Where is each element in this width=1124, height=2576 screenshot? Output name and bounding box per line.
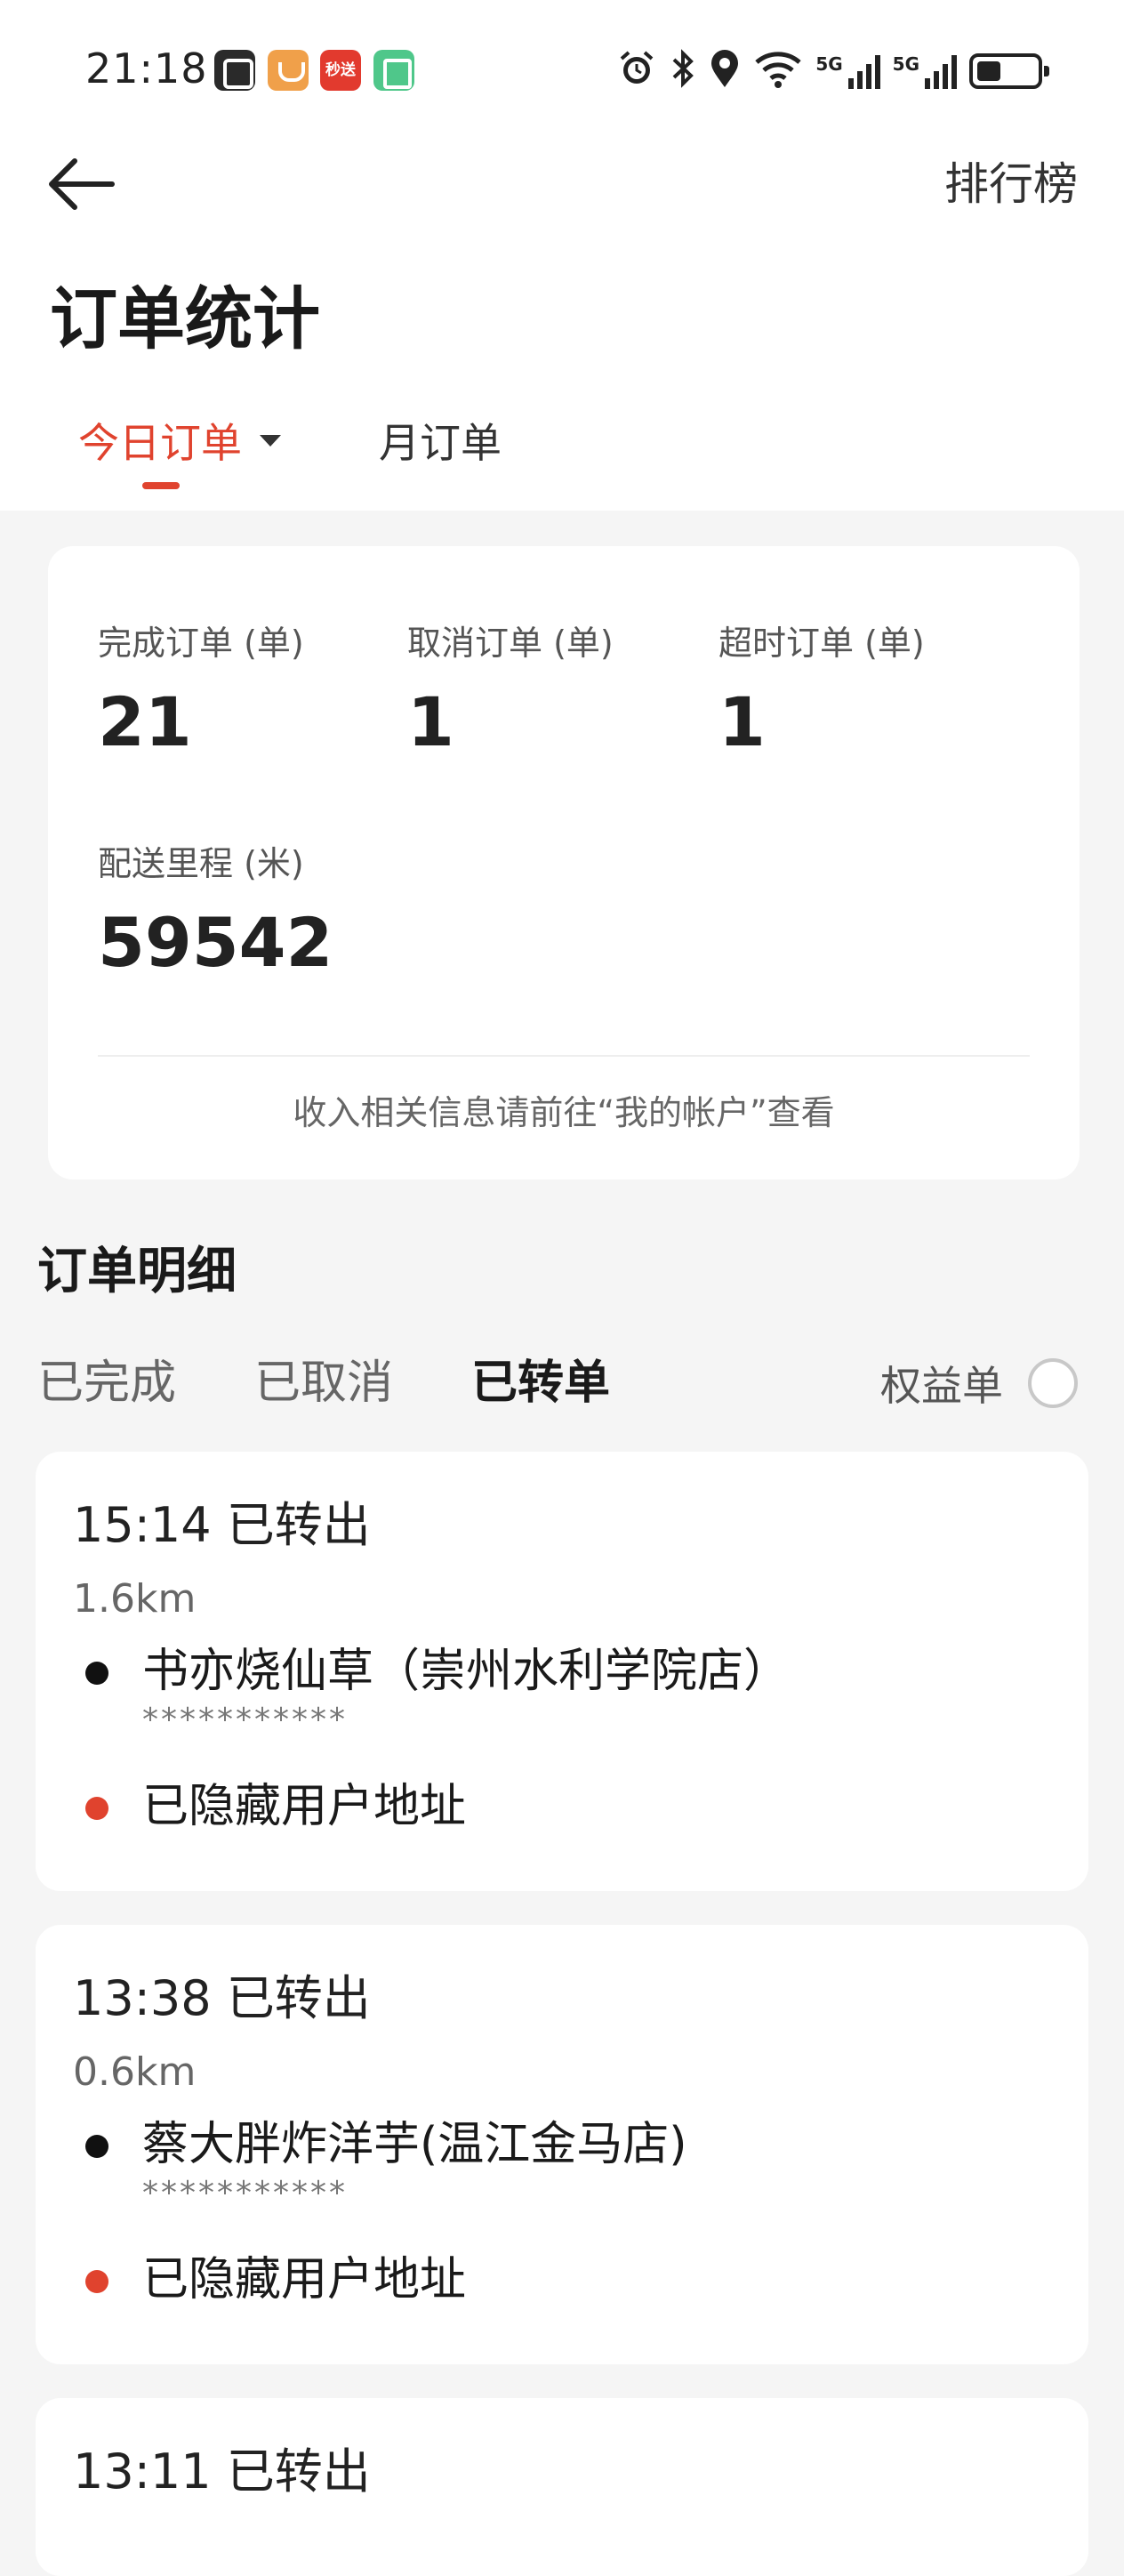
- status-time: 21:18: [85, 44, 208, 93]
- stat-overtime-value: 1: [719, 682, 766, 761]
- benefit-radio[interactable]: [1028, 1358, 1078, 1408]
- order-address: 已隐藏用户地址: [142, 2253, 467, 2306]
- divider: [98, 1055, 1030, 1057]
- arrow-left-icon: [49, 158, 115, 210]
- back-button[interactable]: [46, 153, 117, 215]
- stat-distance: 配送里程 (米) 59542: [98, 841, 333, 987]
- page-title: 订单统计: [50, 279, 320, 358]
- stat-distance-label: 配送里程 (米): [98, 844, 304, 883]
- stat-completed: 完成订单 (单) 21: [98, 621, 304, 767]
- benefit-label: 权益单: [880, 1362, 1003, 1410]
- tab-transferred[interactable]: 已转单: [471, 1352, 610, 1414]
- nfc-icon: [214, 50, 255, 91]
- alarm-icon: [616, 48, 657, 95]
- order-card[interactable]: 13:38 已转出 0.6km 蔡大胖炸洋芋(温江金马店) **********…: [36, 1925, 1088, 2364]
- address-dot-icon: [85, 1797, 108, 1820]
- stats-card: 完成订单 (单) 21 取消订单 (单) 1 超时订单 (单) 1 配送里程 (…: [48, 546, 1080, 1179]
- signal-5g-icon: 5G: [815, 53, 880, 89]
- battery-icon: [969, 53, 1049, 89]
- status-bar: 21:18 秒送 5G 5G: [0, 0, 1124, 133]
- active-tab-indicator: [142, 482, 180, 489]
- order-distance: 0.6km: [73, 2049, 197, 2095]
- order-time-status: 15:14 已转出: [73, 1497, 371, 1553]
- address-dot-icon: [85, 2270, 108, 2293]
- stat-completed-label: 完成订单 (单): [98, 624, 304, 663]
- income-note: 收入相关信息请前往“我的帐户”查看: [293, 1093, 835, 1132]
- order-distance: 1.6km: [73, 1576, 197, 1622]
- tab-month-orders[interactable]: 月订单: [379, 415, 502, 471]
- miaosong-app-icon: 秒送: [320, 50, 361, 91]
- caret-down-icon: [260, 435, 281, 447]
- order-address: 已隐藏用户地址: [142, 1780, 467, 1833]
- signal-5g-icon: 5G: [893, 53, 957, 89]
- shop-dot-icon: [85, 2135, 108, 2158]
- order-masked-info: ***********: [142, 2175, 348, 2211]
- stat-cancelled-label: 取消订单 (单): [407, 624, 614, 663]
- bluetooth-icon: [670, 48, 696, 95]
- stat-cancelled: 取消订单 (单) 1: [407, 621, 614, 767]
- stat-distance-value: 59542: [98, 903, 333, 982]
- tab-completed[interactable]: 已完成: [37, 1352, 176, 1414]
- order-time-status: 13:38 已转出: [73, 1970, 371, 2026]
- stat-overtime: 超时订单 (单) 1: [719, 621, 925, 767]
- order-card[interactable]: 13:11 已转出: [36, 2398, 1088, 2576]
- stat-cancelled-value: 1: [407, 682, 454, 761]
- benefit-filter[interactable]: 权益单: [880, 1352, 1078, 1414]
- order-card[interactable]: 15:14 已转出 1.6km 书亦烧仙草（崇州水利学院店） *********…: [36, 1452, 1088, 1891]
- tab-cancelled[interactable]: 已取消: [254, 1352, 393, 1414]
- status-indicators: 5G 5G: [616, 46, 1049, 96]
- stat-completed-value: 21: [98, 682, 192, 761]
- section-title-details: 订单明细: [37, 1243, 237, 1300]
- green-app-icon: [373, 50, 414, 91]
- order-masked-info: ***********: [142, 1702, 348, 1738]
- orange-app-icon: [268, 50, 309, 91]
- stat-overtime-label: 超时订单 (单): [719, 624, 925, 663]
- order-shop-name: 蔡大胖炸洋芋(温江金马店): [142, 2118, 687, 2171]
- tab-today-orders[interactable]: 今日订单: [78, 415, 281, 471]
- location-icon: [709, 48, 741, 95]
- ranking-link[interactable]: 排行榜: [944, 153, 1078, 215]
- order-time-status: 13:11 已转出: [73, 2443, 371, 2500]
- shop-dot-icon: [85, 1662, 108, 1685]
- wifi-icon: [753, 48, 803, 95]
- order-shop-name: 书亦烧仙草（崇州水利学院店）: [142, 1645, 791, 1698]
- tab-today-label: 今日订单: [78, 419, 242, 467]
